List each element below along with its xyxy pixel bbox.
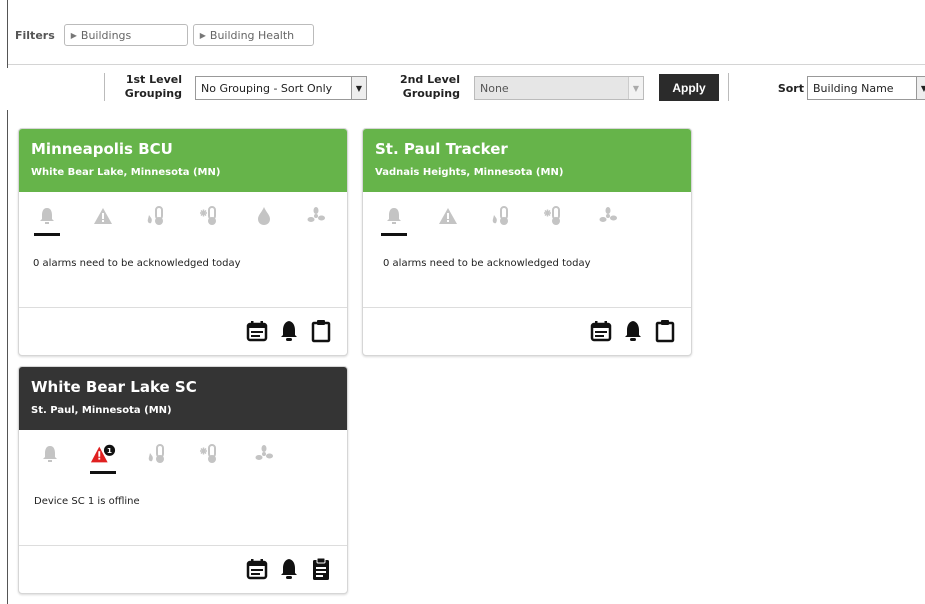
schedule-icon[interactable] xyxy=(589,318,613,344)
second-level-grouping-select[interactable]: None ▼ xyxy=(474,76,644,100)
card-header: White Bear Lake SC St. Paul, Minnesota (… xyxy=(19,367,347,430)
card-location: White Bear Lake, Minnesota (MN) xyxy=(31,167,221,178)
alarm-bell-icon[interactable] xyxy=(277,318,301,344)
filter-buildings-button[interactable]: ▶ Buildings xyxy=(63,24,188,46)
card-location: Vadnais Heights, Minnesota (MN) xyxy=(375,167,564,178)
clipboard-list-icon[interactable] xyxy=(309,556,333,582)
card-title[interactable]: St. Paul Tracker xyxy=(375,140,679,158)
filter-building-health-label: Building Health xyxy=(209,28,295,42)
schedule-icon[interactable] xyxy=(245,556,269,582)
bell-icon[interactable] xyxy=(37,441,63,467)
filters-divider xyxy=(8,64,925,65)
card-status-message: 0 alarms need to be acknowledged today xyxy=(33,258,241,269)
fan-icon[interactable] xyxy=(303,203,329,229)
health-icon-row xyxy=(19,203,347,237)
card-title[interactable]: Minneapolis BCU xyxy=(31,140,335,158)
building-card-st-paul-tracker[interactable]: St. Paul Tracker Vadnais Heights, Minnes… xyxy=(362,128,692,356)
card-divider xyxy=(363,307,691,308)
clipboard-icon[interactable] xyxy=(653,318,677,344)
card-status-message: Device SC 1 is offline xyxy=(34,496,140,507)
warning-count-badge: 1 xyxy=(107,446,112,455)
water-drop-icon[interactable] xyxy=(251,203,277,229)
first-level-grouping-value: No Grouping - Sort Only xyxy=(201,81,333,95)
card-title[interactable]: White Bear Lake SC xyxy=(31,378,335,396)
warning-icon[interactable] xyxy=(90,203,116,229)
chevron-down-icon[interactable]: ▼ xyxy=(628,77,643,99)
temperature-icon[interactable] xyxy=(144,441,170,467)
card-actions xyxy=(589,317,677,345)
bell-icon[interactable] xyxy=(34,203,60,229)
card-actions xyxy=(245,555,333,583)
active-tab-indicator xyxy=(381,233,407,236)
expand-arrow-icon: ▶ xyxy=(199,30,206,40)
expand-arrow-icon: ▶ xyxy=(70,30,77,40)
chevron-down-icon[interactable]: ▼ xyxy=(916,77,925,99)
card-divider xyxy=(19,307,347,308)
temperature-icon[interactable] xyxy=(488,203,514,229)
sort-value: Building Name xyxy=(813,81,894,95)
card-header: Minneapolis BCU White Bear Lake, Minneso… xyxy=(19,129,347,192)
filter-building-health-button[interactable]: ▶ Building Health xyxy=(192,24,314,46)
card-divider xyxy=(19,545,347,546)
apply-button[interactable]: Apply xyxy=(659,74,719,101)
first-level-grouping-select[interactable]: No Grouping - Sort Only ▼ xyxy=(195,76,367,100)
health-icon-row xyxy=(363,203,691,237)
clipboard-icon[interactable] xyxy=(309,318,333,344)
warning-icon[interactable]: 1 xyxy=(90,441,116,467)
fan-icon[interactable] xyxy=(251,441,277,467)
schedule-icon[interactable] xyxy=(245,318,269,344)
card-location: St. Paul, Minnesota (MN) xyxy=(31,405,172,416)
second-level-grouping-value: None xyxy=(480,81,509,95)
warning-icon[interactable] xyxy=(435,203,461,229)
temperature-icon[interactable] xyxy=(143,203,169,229)
filter-buildings-label: Buildings xyxy=(80,28,132,42)
building-card-white-bear-lake-sc[interactable]: White Bear Lake SC St. Paul, Minnesota (… xyxy=(18,366,348,594)
active-tab-indicator xyxy=(34,233,60,236)
health-icon-row: 1 xyxy=(19,441,347,475)
fan-icon[interactable] xyxy=(595,203,621,229)
filters-label: Filters xyxy=(15,28,55,42)
freeze-icon[interactable] xyxy=(196,441,222,467)
card-header: St. Paul Tracker Vadnais Heights, Minnes… xyxy=(363,129,691,192)
freeze-icon[interactable] xyxy=(540,203,566,229)
grouping-toolbar: 1st Level Grouping No Grouping - Sort On… xyxy=(0,68,925,110)
chevron-down-icon[interactable]: ▼ xyxy=(351,77,366,99)
sort-select[interactable]: Building Name ▼ xyxy=(807,76,925,100)
first-level-grouping-label: 1st Level Grouping xyxy=(124,73,182,100)
bell-icon[interactable] xyxy=(381,203,407,229)
second-level-grouping-label: 2nd Level Grouping xyxy=(399,73,460,100)
toolbar-separator xyxy=(728,73,729,101)
filters-bar: Filters ▶ Buildings ▶ Building Health xyxy=(15,22,319,48)
toolbar-separator xyxy=(104,73,105,101)
building-card-minneapolis-bcu[interactable]: Minneapolis BCU White Bear Lake, Minneso… xyxy=(18,128,348,356)
card-actions xyxy=(245,317,333,345)
freeze-icon[interactable] xyxy=(196,203,222,229)
card-status-message: 0 alarms need to be acknowledged today xyxy=(383,258,591,269)
sort-label: Sort xyxy=(777,82,804,95)
active-tab-indicator xyxy=(90,471,116,474)
alarm-bell-icon[interactable] xyxy=(621,318,645,344)
alarm-bell-icon[interactable] xyxy=(277,556,301,582)
